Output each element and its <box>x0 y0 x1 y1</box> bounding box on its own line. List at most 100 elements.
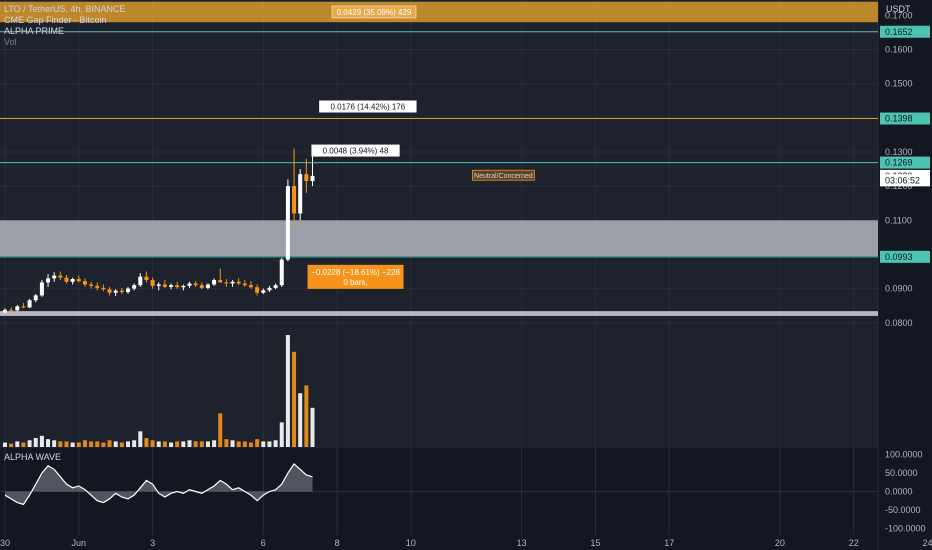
candle-body <box>181 285 186 288</box>
volume-bar <box>242 441 247 447</box>
volume-bar <box>150 440 155 447</box>
time-tick-label: 13 <box>517 538 527 548</box>
volume-bar <box>101 442 106 447</box>
candle-body <box>46 278 51 283</box>
price-badge-label: 0.1652 <box>885 27 913 37</box>
candle-body <box>39 282 44 296</box>
candle-body <box>150 280 155 286</box>
volume-bar <box>27 440 32 447</box>
price-zone <box>0 311 878 316</box>
candle-body <box>298 174 303 214</box>
candle-body <box>76 279 81 282</box>
candle-body <box>267 287 272 291</box>
candle-body <box>89 284 94 286</box>
volume-bar <box>82 440 87 447</box>
volume-bar <box>273 440 278 447</box>
candle-body <box>9 309 14 311</box>
volume-bar <box>310 407 315 447</box>
volume-bar <box>175 441 180 447</box>
legend-symbol: LTO / TetherUS, 4h, BINANCE <box>4 4 126 14</box>
volume-bar <box>187 440 192 447</box>
volume-bar <box>279 422 284 447</box>
time-tick-label: 24 <box>922 538 932 548</box>
volume-bar <box>138 431 143 447</box>
volume-bar <box>292 351 297 447</box>
measure-label: 0.0176 (14.42%) 176 <box>330 103 405 112</box>
candle-body <box>113 290 118 293</box>
candle-body <box>138 276 143 286</box>
candle-body <box>33 295 38 301</box>
candle-body <box>187 283 192 286</box>
volume-bar <box>199 441 204 447</box>
price-chart[interactable]: 0.08000.09000.10000.11000.12000.13000.14… <box>0 0 932 550</box>
annotation-label: Neutral/Concerned <box>474 173 533 180</box>
candle-body <box>126 288 130 293</box>
volume-bar <box>89 441 94 447</box>
time-tick-label: 6 <box>261 538 266 548</box>
volume-bar <box>224 439 229 447</box>
candle-body <box>119 290 124 293</box>
candle-body <box>52 275 57 279</box>
oscillator-tick-label: -50.0000 <box>885 505 921 515</box>
candle-body <box>107 289 112 293</box>
volume-bar <box>33 438 38 447</box>
volume-bar <box>261 441 266 447</box>
volume-bar <box>39 435 44 447</box>
volume-bar <box>249 442 253 447</box>
candle-body <box>82 281 87 285</box>
volume-bar <box>218 413 223 447</box>
oscillator-tick-label: 0.0000 <box>885 487 913 497</box>
candle-body <box>242 283 247 286</box>
volume-bar <box>255 439 260 447</box>
price-badge-label: 0.1269 <box>885 158 913 168</box>
price-zone <box>0 1 878 23</box>
candle-body <box>236 281 241 284</box>
candle-body <box>175 285 180 288</box>
volume-bar <box>70 442 75 447</box>
candle-body <box>292 186 297 214</box>
candle-body <box>230 281 235 284</box>
volume-bar <box>15 441 20 447</box>
time-tick-label: 3 <box>150 538 155 548</box>
price-badge-label: 0.1398 <box>885 114 913 124</box>
measure-label: −0.0228 (−18.61%) −228 <box>311 268 400 277</box>
candle-body <box>304 174 309 182</box>
price-badge-label: 03:06:52 <box>885 175 920 185</box>
candle-body <box>156 284 161 286</box>
candle-body <box>261 290 266 293</box>
volume-bar <box>9 443 14 447</box>
volume-bar <box>58 441 63 447</box>
candle-body <box>70 279 75 282</box>
volume-bar <box>230 440 235 447</box>
volume-bar <box>52 440 57 447</box>
time-tick-label: 10 <box>406 538 416 548</box>
legend-indicator-alpha-prime: ALPHA PRIME <box>4 26 65 36</box>
price-tick-label: 0.0800 <box>885 318 913 328</box>
volume-bar <box>162 441 167 447</box>
time-tick-label: 17 <box>664 538 674 548</box>
volume-bar <box>76 442 81 447</box>
volume-bar <box>46 439 51 447</box>
volume-bar <box>285 335 290 447</box>
volume-bar <box>212 440 217 447</box>
volume-bar <box>205 441 210 447</box>
volume-bar <box>236 441 241 447</box>
candle-body <box>285 186 290 260</box>
time-tick-label: Jun <box>72 538 87 548</box>
volume-bar <box>126 441 130 447</box>
candle-body <box>212 280 217 285</box>
oscillator-tick-label: 100.0000 <box>885 450 923 460</box>
volume-bar <box>267 441 272 447</box>
candle-body <box>205 284 210 288</box>
candle-body <box>199 285 204 288</box>
price-tick-label: 0.1500 <box>885 79 913 89</box>
measure-sublabel: 0 bars, <box>343 278 367 287</box>
candle-body <box>3 309 7 313</box>
price-tick-label: 0.1600 <box>885 45 913 55</box>
volume-bar <box>169 442 174 447</box>
candle-body <box>21 306 26 308</box>
price-tick-label: 0.1300 <box>885 147 913 157</box>
price-badge-label: 0.0993 <box>885 252 913 262</box>
candle-body <box>310 175 315 182</box>
candle-body <box>193 283 198 286</box>
